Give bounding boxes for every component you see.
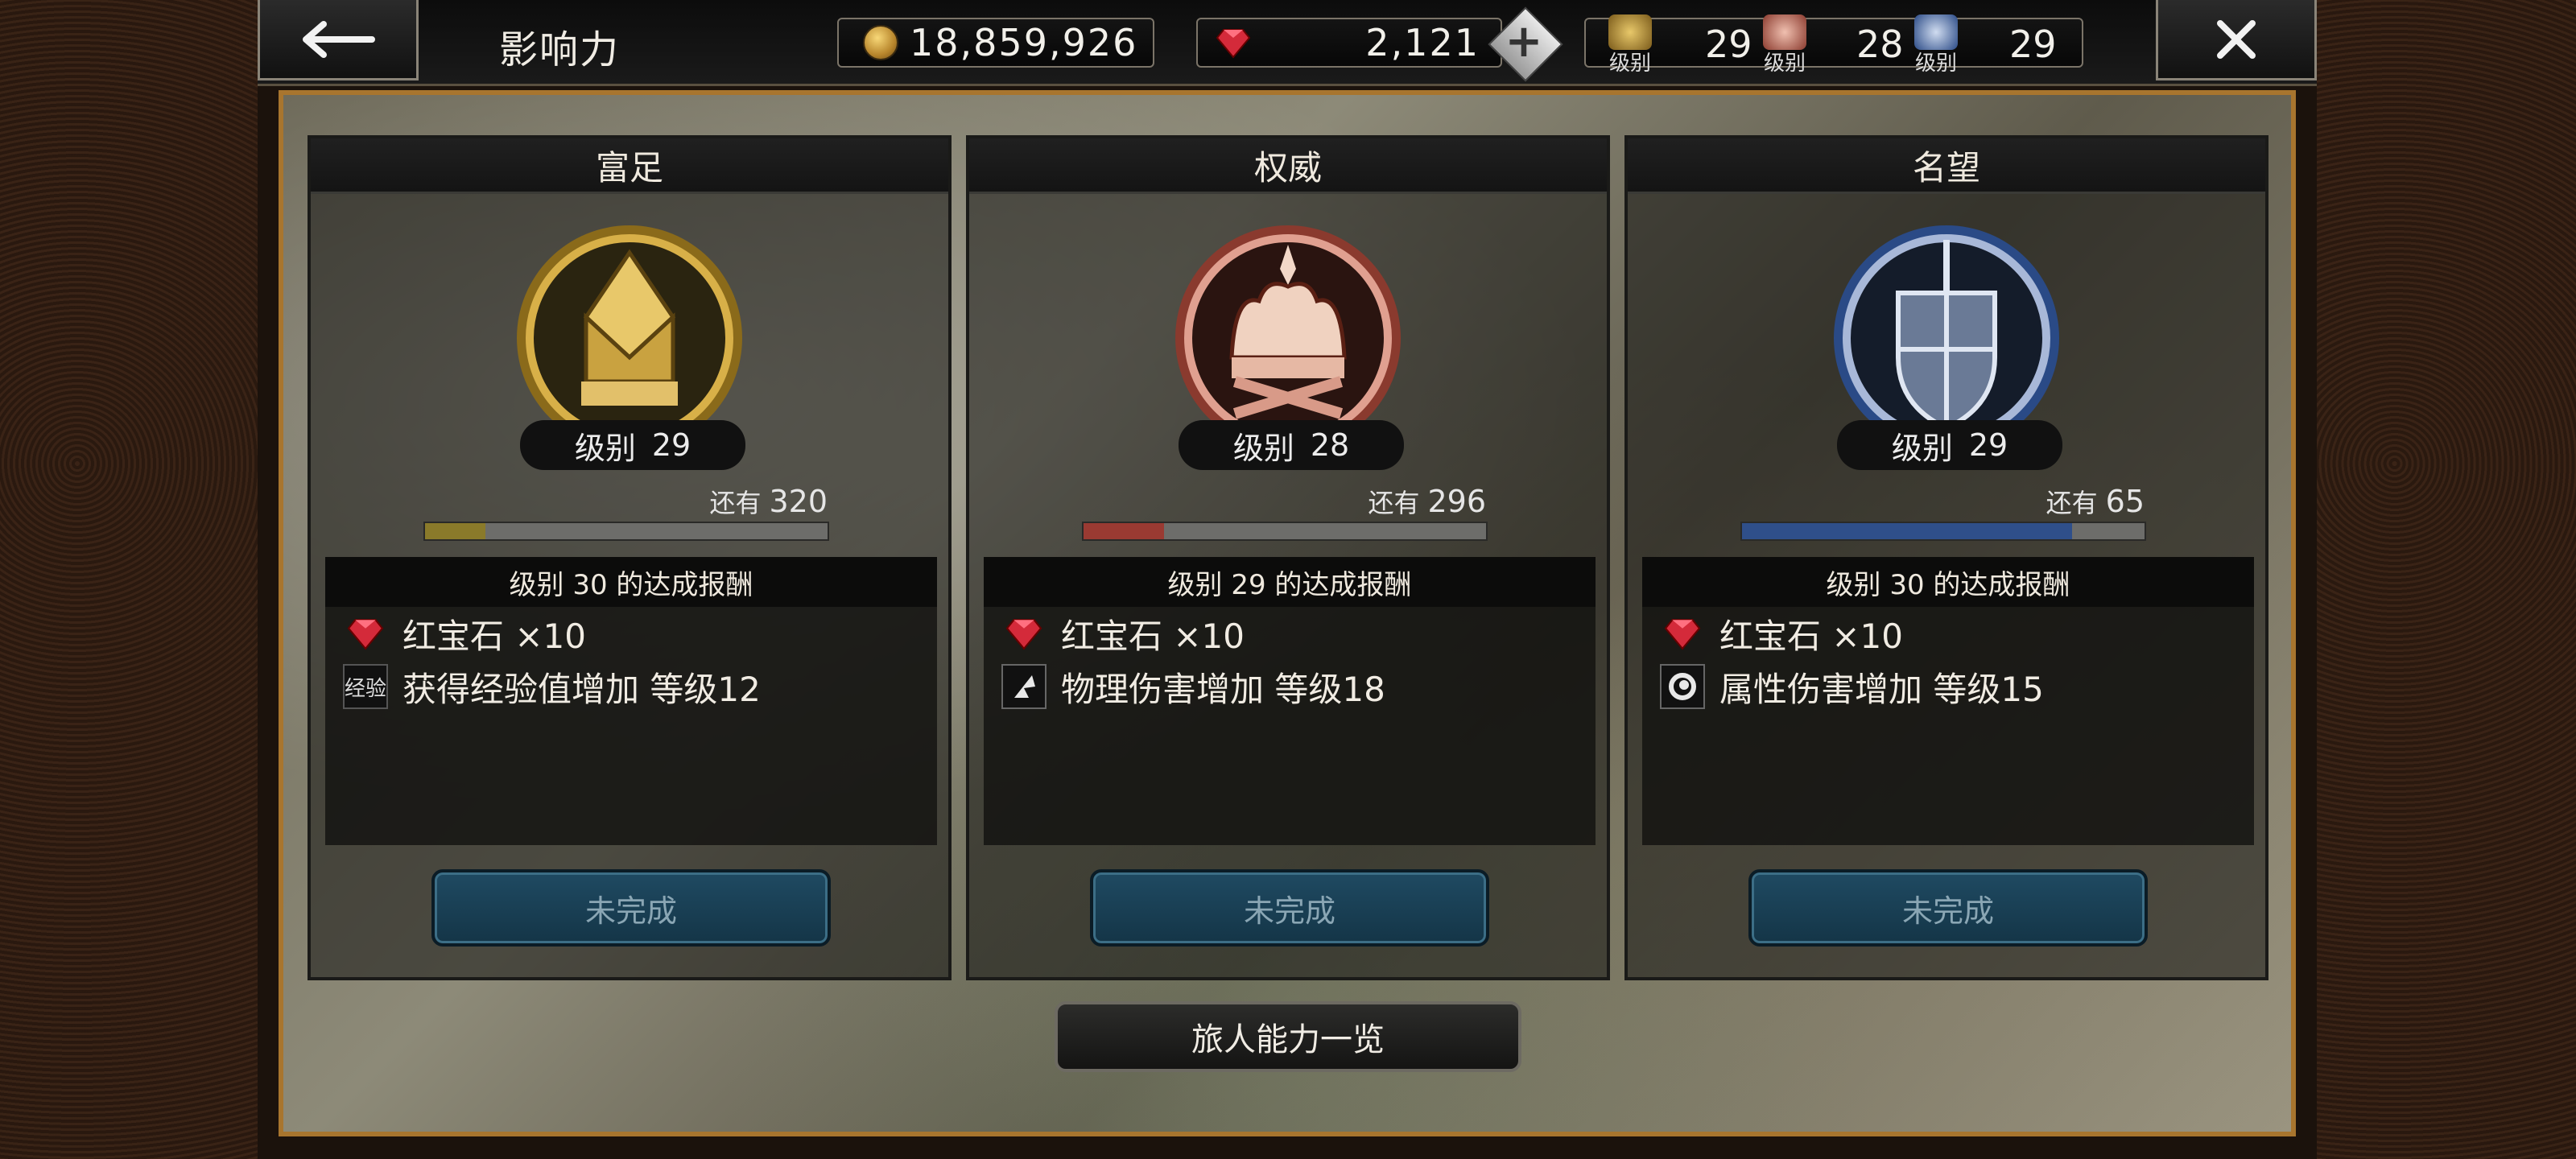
panel-level-tag: 级别 29 (520, 420, 745, 470)
plus-icon: + (1505, 14, 1543, 68)
gold-value: 18,859,926 (910, 21, 1138, 64)
exp-icon: 经验 (343, 664, 388, 709)
progress-fill (1742, 523, 2072, 539)
arrow-left-icon (303, 20, 375, 58)
ruby-icon (343, 611, 388, 656)
right-backdrop (2317, 0, 2576, 1159)
ruby-counter: 2,121 (1196, 18, 1502, 68)
left-backdrop (0, 0, 258, 1159)
fame-level-icon (1914, 14, 1958, 50)
reward-row: 物理伤害增加 等级18 (984, 660, 1596, 713)
close-icon (2217, 19, 2256, 59)
reward-title: 级别 30 的达成报酬 (325, 557, 937, 607)
reward-box: 级别 30 的达成报酬 红宝石 ×10 属性伤害增加 等级15 (1642, 557, 2254, 845)
reward-row: 经验 获得经验值增加 等级12 (325, 660, 937, 713)
influence-levels-bar (1584, 18, 2083, 68)
ruby-icon (1216, 29, 1251, 59)
panel-title: 权威 (969, 138, 1607, 194)
status-button[interactable]: 未完成 (1090, 869, 1489, 947)
panel-level-tag: 级别 28 (1179, 420, 1404, 470)
influence-panel-wealth: 富足 级别 29 还有 320 级别 30 的达成报酬 红宝石 ×10 经验 获得… (308, 135, 952, 980)
header-level-power: 级别 (1763, 14, 1806, 76)
header-level-fame: 级别 (1914, 14, 1958, 76)
header-level-wealth: 级别 (1608, 14, 1652, 76)
gold-counter: 18,859,926 (837, 18, 1154, 68)
remaining-points: 还有 296 (1368, 484, 1486, 519)
fame-level-value: 29 (2009, 23, 2057, 66)
power-level-value: 28 (1856, 23, 1904, 66)
wealth-level-value: 29 (1705, 23, 1752, 66)
traveler-abilities-button[interactable]: 旅人能力一览 (1055, 1001, 1521, 1072)
wealth-level-icon (1608, 14, 1652, 50)
ruby-icon (1660, 611, 1705, 656)
power-level-icon (1763, 14, 1806, 50)
remaining-points: 还有 320 (709, 484, 828, 519)
status-button[interactable]: 未完成 (431, 869, 831, 947)
close-button[interactable] (2156, 0, 2317, 80)
back-button[interactable] (258, 0, 419, 80)
panel-level-tag: 级别 29 (1837, 420, 2062, 470)
progress-bar (423, 522, 829, 541)
gold-coin-icon (863, 25, 898, 60)
remaining-points: 还有 65 (2046, 484, 2145, 519)
reward-row: 红宝石 ×10 (325, 607, 937, 660)
reward-box: 级别 30 的达成报酬 红宝石 ×10 经验 获得经验值增加 等级12 (325, 557, 937, 845)
influence-panel-fame: 名望 级别 29 还有 65 级别 30 的达成报酬 红宝石 ×10 属性伤害增加… (1624, 135, 2268, 980)
reward-title: 级别 30 的达成报酬 (1642, 557, 2254, 607)
panel-title: 名望 (1628, 138, 2265, 194)
reward-box: 级别 29 的达成报酬 红宝石 ×10 物理伤害增加 等级18 (984, 557, 1596, 845)
reward-row: 属性伤害增加 等级15 (1642, 660, 2254, 713)
physical-attack-icon (1001, 664, 1046, 709)
status-button[interactable]: 未完成 (1748, 869, 2148, 947)
progress-fill (425, 523, 485, 539)
progress-bar (1082, 522, 1488, 541)
elemental-attack-icon (1660, 664, 1705, 709)
page-title: 影响力 (499, 27, 621, 72)
influence-panel-power: 权威 级别 28 还有 296 级别 29 的达成报酬 红宝石 ×10 物理伤害增… (966, 135, 1610, 980)
reward-row: 红宝石 ×10 (1642, 607, 2254, 660)
ruby-value: 2,121 (1365, 21, 1480, 64)
progress-bar (1740, 522, 2146, 541)
ruby-icon (1001, 611, 1046, 656)
progress-fill (1084, 523, 1164, 539)
panel-title: 富足 (311, 138, 948, 194)
reward-row: 红宝石 ×10 (984, 607, 1596, 660)
reward-title: 级别 29 的达成报酬 (984, 557, 1596, 607)
